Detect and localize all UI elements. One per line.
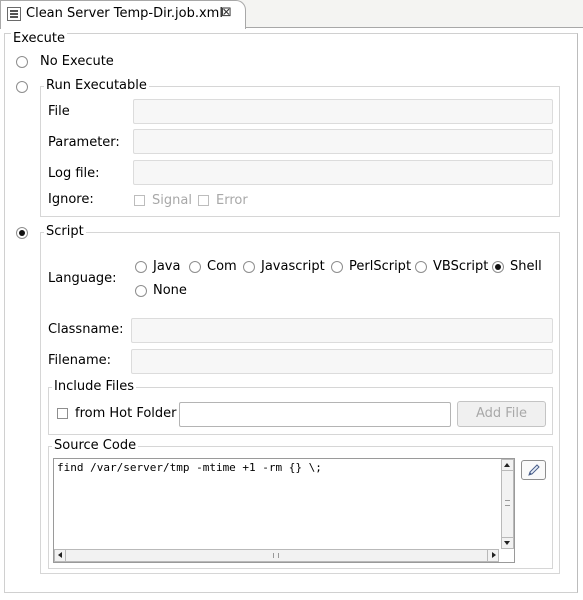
- ignore-label: Ignore:: [48, 192, 94, 207]
- source-code-editor[interactable]: find /var/server/tmp -mtime +1 -rm {} \;: [53, 458, 515, 563]
- file-field[interactable]: [133, 99, 553, 124]
- language-option-java: Java: [153, 259, 181, 274]
- classname-field[interactable]: [131, 318, 553, 343]
- include-files-legend: Include Files: [52, 379, 136, 394]
- xml-file-icon: [7, 7, 21, 21]
- script-radio[interactable]: [16, 227, 28, 239]
- logfile-label: Log file:: [48, 166, 100, 181]
- language-radio-com[interactable]: [189, 261, 201, 273]
- language-option-vbscript: VBScript: [433, 259, 489, 274]
- from-hot-folder-checkbox[interactable]: [57, 408, 68, 419]
- scroll-grip-horizontal: [273, 553, 279, 558]
- language-label: Language:: [48, 271, 117, 286]
- edit-source-button[interactable]: [521, 460, 546, 480]
- from-hot-folder-label: from Hot Folder: [75, 406, 177, 421]
- signal-label: Signal: [152, 193, 192, 208]
- parameter-label: Parameter:: [48, 135, 120, 150]
- language-radio-vbscript[interactable]: [415, 261, 427, 273]
- language-option-com: Com: [207, 259, 237, 274]
- no-execute-label: No Execute: [40, 54, 114, 69]
- file-label: File: [48, 104, 70, 119]
- language-option-none: None: [153, 283, 187, 298]
- signal-checkbox[interactable]: [134, 195, 145, 206]
- parameter-field[interactable]: [133, 129, 553, 154]
- script-legend: Script: [44, 224, 86, 239]
- horizontal-scrollbar[interactable]: [54, 549, 499, 562]
- language-option-shell: Shell: [510, 259, 542, 274]
- logfile-field[interactable]: [133, 160, 553, 185]
- classname-label: Classname:: [48, 322, 124, 337]
- close-icon[interactable]: ⊠: [221, 4, 232, 22]
- language-radio-shell[interactable]: [492, 261, 504, 273]
- language-radio-perlscript[interactable]: [331, 261, 343, 273]
- add-file-button[interactable]: Add File: [457, 401, 546, 427]
- run-executable-radio[interactable]: [16, 81, 28, 93]
- error-checkbox[interactable]: [198, 195, 209, 206]
- source-code-legend: Source Code: [52, 438, 139, 453]
- source-code-text: find /var/server/tmp -mtime +1 -rm {} \;: [57, 461, 322, 474]
- arrow-up-icon[interactable]: [502, 460, 513, 471]
- error-label: Error: [216, 193, 248, 208]
- arrow-left-icon[interactable]: [55, 550, 66, 561]
- arrow-right-icon[interactable]: [487, 550, 498, 561]
- language-option-perlscript: PerlScript: [349, 259, 412, 274]
- vertical-scrollbar[interactable]: [501, 459, 514, 549]
- language-radio-java[interactable]: [135, 261, 147, 273]
- pencil-icon: [528, 464, 540, 476]
- language-radio-javascript[interactable]: [243, 261, 255, 273]
- scroll-grip: [505, 500, 510, 506]
- language-radio-none[interactable]: [135, 285, 147, 297]
- filename-label: Filename:: [48, 353, 112, 368]
- hot-folder-input[interactable]: [179, 402, 451, 427]
- tab-title: Clean Server Temp-Dir.job.xml: [26, 6, 223, 21]
- editor-tab[interactable]: Clean Server Temp-Dir.job.xml ⊠: [0, 0, 246, 29]
- arrow-down-icon[interactable]: [502, 537, 513, 548]
- filename-field[interactable]: [131, 349, 553, 374]
- run-executable-legend: Run Executable: [44, 78, 149, 93]
- execute-legend: Execute: [11, 31, 67, 46]
- language-option-javascript: Javascript: [261, 259, 325, 274]
- no-execute-radio[interactable]: [16, 56, 28, 68]
